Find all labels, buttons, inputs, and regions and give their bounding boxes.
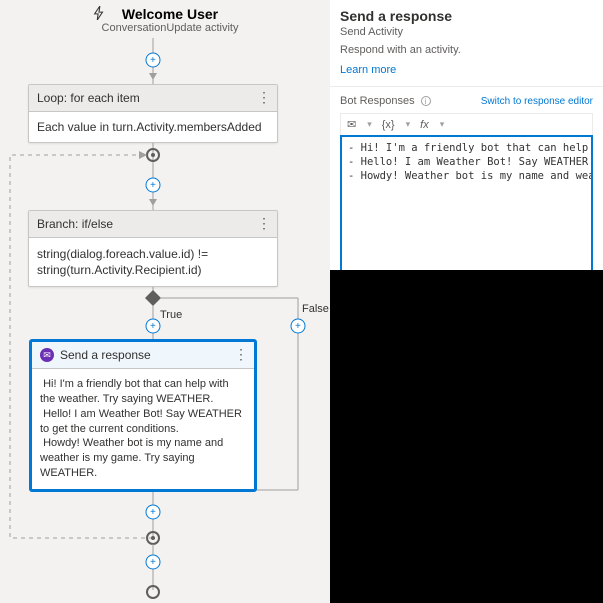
panel-subtitle: Send Activity <box>340 26 593 38</box>
loop-join-top <box>147 149 159 161</box>
chat-icon: ✉ <box>40 348 54 362</box>
panel-desc: Respond with an activity. <box>340 44 593 56</box>
branch-diamond <box>145 290 161 306</box>
send-menu[interactable]: ⋮ <box>234 346 248 363</box>
send-title: Send a response <box>60 348 151 362</box>
svg-text:+: + <box>150 321 156 332</box>
tool-variable-icon[interactable]: {x} <box>382 119 395 131</box>
add-false-1[interactable] <box>291 319 305 333</box>
learn-more-link[interactable]: Learn more <box>340 64 396 76</box>
svg-text:+: + <box>150 180 156 191</box>
switch-editor-link[interactable]: Switch to response editor <box>481 96 593 107</box>
loop-node[interactable]: Loop: for each item ⋮ Each value in turn… <box>28 84 278 143</box>
branch-menu[interactable]: ⋮ <box>257 215 271 232</box>
false-label: False <box>302 303 329 315</box>
trigger-subtitle: ConversationUpdate activity <box>80 22 260 34</box>
svg-text:+: + <box>150 557 156 568</box>
tool-message-icon[interactable]: ✉ <box>347 118 356 131</box>
loop-title: Loop: for each item <box>37 91 140 105</box>
svg-text:+: + <box>150 55 156 66</box>
info-icon[interactable]: i <box>421 96 431 106</box>
code-editor[interactable]: - Hi! I'm a friendly bot that can help w… <box>340 135 593 283</box>
loop-menu[interactable]: ⋮ <box>257 89 271 106</box>
branch-body: string(dialog.foreach.value.id) != strin… <box>29 238 277 286</box>
send-response-node[interactable]: ✉ Send a response ⋮ Hi! I'm a friendly b… <box>30 340 256 491</box>
empty-area <box>330 270 603 603</box>
send-body: Hi! I'm a friendly bot that can help wit… <box>32 369 254 489</box>
bot-responses-label: Bot Responses <box>340 95 415 107</box>
add-merge[interactable] <box>146 505 160 519</box>
add-end[interactable] <box>146 555 160 569</box>
add-node-1[interactable] <box>146 53 160 67</box>
editor-toolbar: ✉▾ {x}▾ fx▾ <box>340 113 593 135</box>
svg-text:+: + <box>295 321 301 332</box>
true-label: True <box>160 309 182 321</box>
svg-text:+: + <box>150 507 156 518</box>
add-node-2[interactable] <box>146 178 160 192</box>
branch-title: Branch: if/else <box>37 217 113 231</box>
panel-title: Send a response <box>340 8 593 24</box>
tool-fx-icon[interactable]: fx <box>420 119 429 131</box>
loop-join-bottom <box>147 532 159 544</box>
branch-node[interactable]: Branch: if/else ⋮ string(dialog.foreach.… <box>28 210 278 287</box>
end-node <box>147 586 159 598</box>
trigger-header: Welcome User ConversationUpdate activity <box>80 6 260 34</box>
trigger-title: Welcome User <box>80 6 260 22</box>
loop-body: Each value in turn.Activity.membersAdded <box>29 112 277 142</box>
add-true-1[interactable] <box>146 319 160 333</box>
